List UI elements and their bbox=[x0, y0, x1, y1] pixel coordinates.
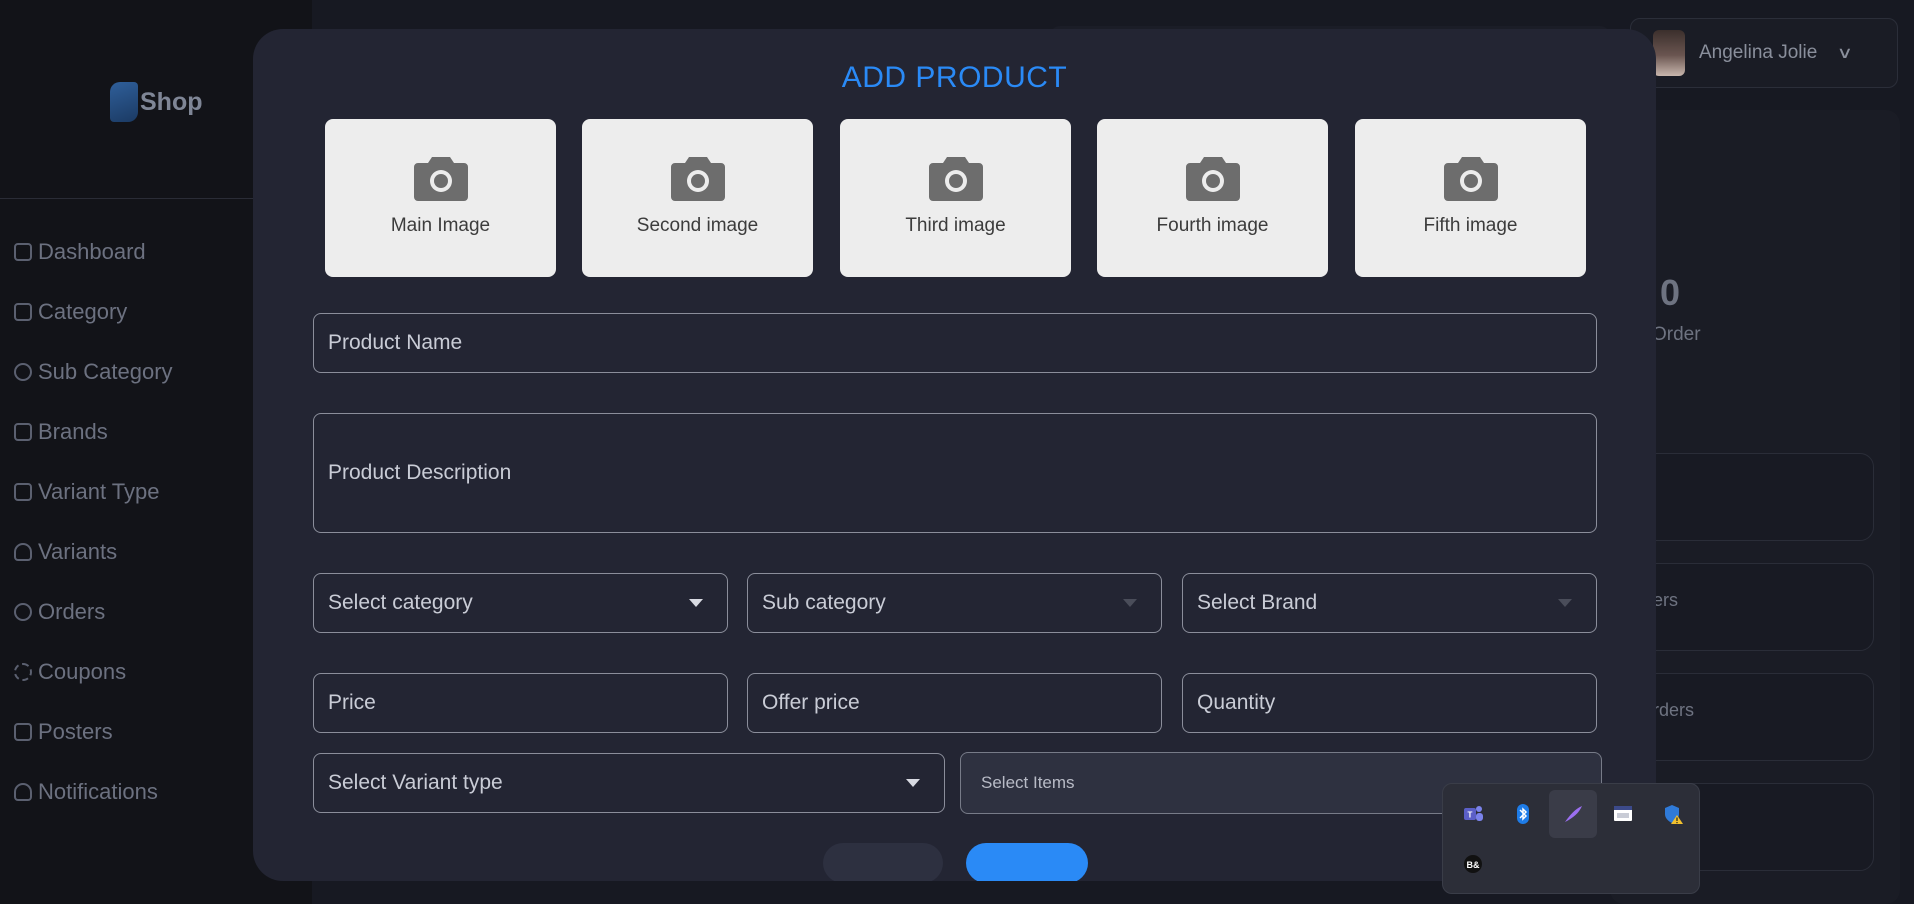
caret-down-icon bbox=[1123, 599, 1137, 607]
product-name-input[interactable]: Product Name bbox=[313, 313, 1597, 373]
sub-category-select[interactable]: Sub category bbox=[747, 573, 1162, 633]
dashboard-icon bbox=[14, 243, 32, 261]
fifth-image-upload[interactable]: Fifth image bbox=[1355, 119, 1586, 277]
category-select-value: Select category bbox=[328, 591, 473, 614]
document-icon bbox=[14, 423, 32, 441]
sidebar-item-label: Variants bbox=[38, 539, 118, 564]
system-tray-popup: T B& bbox=[1442, 783, 1700, 894]
cancel-button[interactable] bbox=[823, 843, 943, 881]
sidebar-item-category[interactable]: Category bbox=[14, 282, 173, 342]
window-app-icon[interactable] bbox=[1599, 790, 1647, 838]
status-card-label: ers bbox=[1653, 590, 1679, 610]
price-input[interactable]: Price bbox=[313, 673, 728, 733]
caret-down-icon bbox=[906, 779, 920, 787]
brand-select[interactable]: Select Brand bbox=[1182, 573, 1597, 633]
sidebar-item-dashboard[interactable]: Dashboard bbox=[14, 222, 173, 282]
stat-label: Order bbox=[1652, 324, 1701, 345]
sidebar-item-orders[interactable]: Orders bbox=[14, 582, 173, 642]
bo-app-icon[interactable]: B& bbox=[1449, 840, 1497, 888]
main-image-upload[interactable]: Main Image bbox=[325, 119, 556, 277]
user-menu[interactable]: Angelina Jolie ∨ bbox=[1630, 18, 1898, 88]
select-items-placeholder: Select Items bbox=[981, 773, 1075, 792]
sidebar-item-label: Category bbox=[38, 299, 128, 324]
variant-type-select[interactable]: Select Variant type bbox=[313, 753, 945, 813]
feather-pen-icon[interactable] bbox=[1549, 790, 1597, 838]
bell-icon bbox=[14, 783, 32, 801]
sidebar-item-label: Dashboard bbox=[38, 239, 146, 264]
camera-icon bbox=[928, 157, 983, 201]
sub-category-select-value: Sub category bbox=[762, 591, 886, 614]
camera-icon bbox=[670, 157, 725, 201]
user-name: Angelina Jolie bbox=[1699, 42, 1818, 63]
user-icon bbox=[14, 603, 32, 621]
sidebar-item-label: Brands bbox=[38, 419, 108, 444]
image-label: Fifth image bbox=[1423, 215, 1518, 236]
sidebar-item-coupons[interactable]: Coupons bbox=[14, 642, 173, 702]
submit-button[interactable] bbox=[966, 843, 1088, 881]
sidebar-nav: Dashboard Category Sub Category Brands V… bbox=[14, 222, 173, 822]
document-icon bbox=[14, 723, 32, 741]
camera-icon bbox=[413, 157, 468, 201]
bell-icon bbox=[14, 543, 32, 561]
bag-icon bbox=[14, 483, 32, 501]
camera-icon bbox=[1185, 157, 1240, 201]
logo-text: Shop bbox=[140, 87, 203, 116]
third-image-upload[interactable]: Third image bbox=[840, 119, 1071, 277]
second-image-upload[interactable]: Second image bbox=[582, 119, 813, 277]
product-name-placeholder: Product Name bbox=[328, 331, 463, 354]
logo-mark-icon bbox=[110, 82, 138, 122]
svg-text:B&: B& bbox=[1467, 860, 1480, 870]
camera-icon bbox=[1443, 157, 1498, 201]
image-label: Third image bbox=[905, 215, 1006, 236]
sidebar-item-brands[interactable]: Brands bbox=[14, 402, 173, 462]
chart-icon bbox=[14, 303, 32, 321]
sidebar-item-variant-type[interactable]: Variant Type bbox=[14, 462, 173, 522]
image-label: Main Image bbox=[390, 215, 491, 236]
product-description-input[interactable]: Product Description bbox=[313, 413, 1597, 533]
sidebar-item-label: Sub Category bbox=[38, 359, 173, 384]
sidebar-item-notifications[interactable]: Notifications bbox=[14, 762, 173, 822]
price-placeholder: Price bbox=[328, 691, 376, 714]
app-logo[interactable]: Shop bbox=[110, 82, 203, 122]
category-select[interactable]: Select category bbox=[313, 573, 728, 633]
gear-icon bbox=[14, 663, 32, 681]
svg-text:T: T bbox=[1468, 811, 1473, 820]
status-card[interactable]: ers bbox=[1628, 563, 1874, 651]
product-description-placeholder: Product Description bbox=[328, 461, 512, 484]
brand-select-value: Select Brand bbox=[1197, 591, 1318, 614]
fourth-image-upload[interactable]: Fourth image bbox=[1097, 119, 1328, 277]
status-card[interactable] bbox=[1628, 453, 1874, 541]
status-card-label: rders bbox=[1653, 700, 1695, 720]
sidebar-item-label: Posters bbox=[38, 719, 113, 744]
caret-down-icon bbox=[689, 599, 703, 607]
sidebar-item-label: Notifications bbox=[38, 779, 158, 804]
offer-price-input[interactable]: Offer price bbox=[747, 673, 1162, 733]
quantity-placeholder: Quantity bbox=[1197, 691, 1276, 714]
sidebar-item-label: Variant Type bbox=[38, 479, 160, 504]
caret-down-icon bbox=[1558, 599, 1572, 607]
image-label: Fourth image bbox=[1156, 215, 1269, 236]
variant-type-select-value: Select Variant type bbox=[328, 771, 503, 794]
security-shield-warning-icon[interactable] bbox=[1649, 790, 1697, 838]
sidebar-item-posters[interactable]: Posters bbox=[14, 702, 173, 762]
chevron-down-icon: ∨ bbox=[1836, 45, 1854, 62]
quantity-input[interactable]: Quantity bbox=[1182, 673, 1597, 733]
sidebar-item-sub-category[interactable]: Sub Category bbox=[14, 342, 173, 402]
image-label: Second image bbox=[636, 215, 759, 236]
add-product-modal: ADD PRODUCT Main Image Second image Thir… bbox=[253, 29, 1656, 881]
sidebar-item-variants[interactable]: Variants bbox=[14, 522, 173, 582]
teams-icon[interactable]: T bbox=[1449, 790, 1497, 838]
offer-price-placeholder: Offer price bbox=[762, 691, 860, 714]
modal-title: ADD PRODUCT bbox=[841, 61, 1068, 94]
status-card[interactable]: rders bbox=[1628, 673, 1874, 761]
pie-chart-icon bbox=[14, 363, 32, 381]
bluetooth-icon[interactable] bbox=[1499, 790, 1547, 838]
stat-count: 0 bbox=[1660, 272, 1681, 313]
sidebar-item-label: Orders bbox=[38, 599, 106, 624]
sidebar-item-label: Coupons bbox=[38, 659, 127, 684]
avatar bbox=[1653, 30, 1685, 76]
